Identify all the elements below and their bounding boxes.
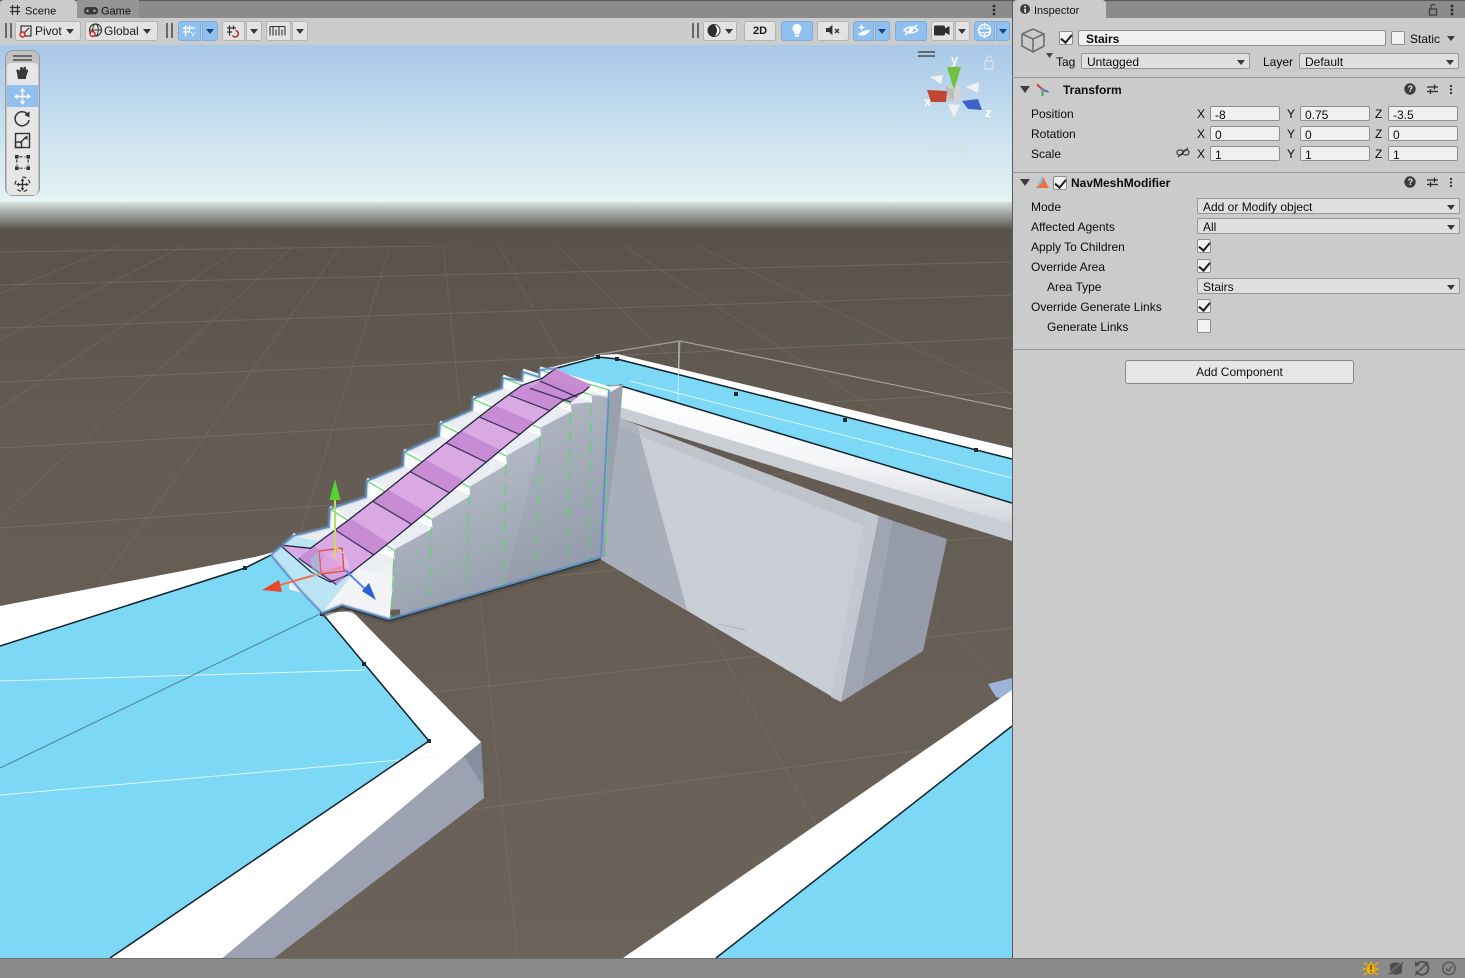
svg-text:Y: Y <box>191 30 196 38</box>
svg-text:Game: Game <box>101 6 131 18</box>
svg-text:‹ Persp: ‹ Persp <box>930 140 969 154</box>
svg-text:Scene: Scene <box>25 6 56 18</box>
svg-text:Inspector: Inspector <box>1034 5 1080 17</box>
svg-text:z: z <box>985 105 992 120</box>
svg-text:y: y <box>951 52 959 67</box>
svg-text:?: ? <box>1408 84 1414 94</box>
svg-text:?: ? <box>1408 177 1414 187</box>
